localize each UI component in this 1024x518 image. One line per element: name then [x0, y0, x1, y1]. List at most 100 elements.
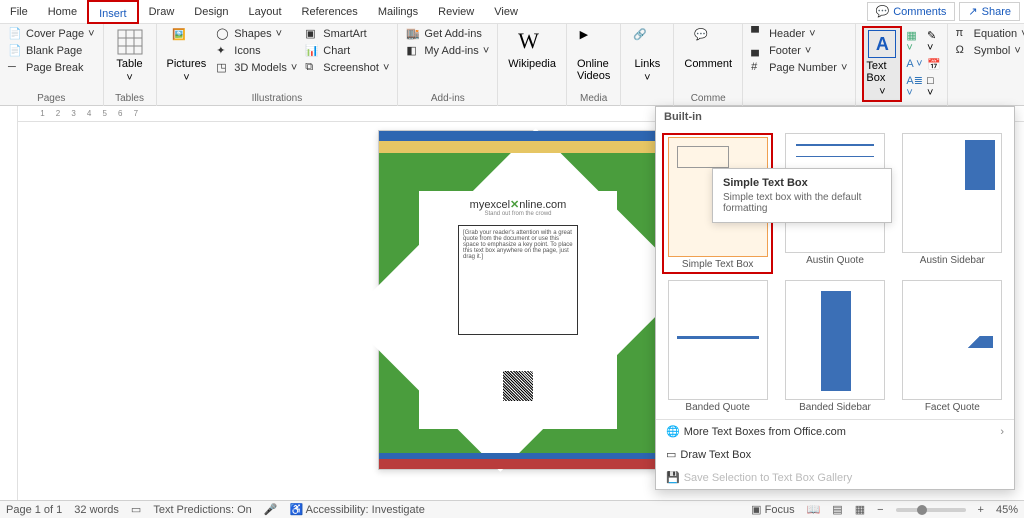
status-bar: Page 1 of 1 32 words ▭ Text Predictions:…	[0, 500, 1024, 518]
store-icon: 🏬	[406, 27, 420, 41]
quickparts-icon[interactable]: ▦ ˅	[906, 29, 923, 54]
view-print-icon[interactable]: ▤	[832, 503, 842, 516]
online-videos-button[interactable]: ▶Online Videos	[573, 26, 614, 84]
qr-code	[503, 371, 533, 401]
header-icon: ▀	[751, 27, 765, 41]
wikipedia-button[interactable]: WWikipedia	[504, 26, 560, 72]
spell-icon[interactable]: ▭	[131, 503, 141, 516]
gallery-item-banded-quote[interactable]: Banded Quote	[662, 280, 773, 413]
zoom-level[interactable]: 45%	[996, 504, 1018, 516]
document-page[interactable]: myexcel✕nline.comStand out from the crow…	[378, 130, 658, 470]
pagenum-icon: #	[751, 61, 765, 75]
addins-icon: ◧	[406, 44, 420, 58]
gallery-heading: Built-in	[656, 107, 1014, 127]
equation-icon: π	[956, 27, 970, 41]
symbol-icon: Ω	[956, 44, 970, 58]
cover-page-button[interactable]: 📄Cover Page ˅	[6, 26, 97, 42]
group-pages-label: Pages	[6, 93, 97, 106]
page-icon: 📄	[8, 27, 22, 41]
zoom-out-icon[interactable]: −	[877, 504, 883, 516]
cube-icon: ◳	[216, 61, 230, 75]
smartart-button[interactable]: ▣SmartArt	[303, 26, 391, 42]
tab-design[interactable]: Design	[184, 0, 238, 24]
group-tables-label: Tables	[110, 93, 150, 106]
video-icon: ▶	[580, 28, 608, 56]
blank-page-button[interactable]: 📄Blank Page	[6, 43, 97, 59]
ribbon-tabs: File Home Insert Draw Design Layout Refe…	[0, 0, 1024, 24]
vertical-ruler[interactable]	[0, 106, 18, 500]
links-button[interactable]: 🔗Links˅	[627, 26, 667, 86]
tooltip-desc: Simple text box with the default formatt…	[723, 192, 881, 214]
chevron-right-icon: ›	[1000, 426, 1004, 438]
3d-models-button[interactable]: ◳3D Models ˅	[214, 60, 299, 76]
signature-icon[interactable]: ✎ ˅	[927, 29, 941, 54]
gallery-item-austin-sidebar[interactable]: Austin Sidebar	[897, 133, 1008, 274]
icons-button[interactable]: ✦Icons	[214, 43, 299, 59]
wikipedia-icon: W	[518, 28, 546, 56]
smartart-icon: ▣	[305, 27, 319, 41]
object-icon[interactable]: □ ˅	[927, 75, 941, 99]
comments-button[interactable]: 💬Comments	[867, 2, 956, 21]
comment-icon: 💬	[694, 28, 722, 56]
status-accessibility[interactable]: ♿ Accessibility: Investigate	[289, 503, 424, 516]
tab-references[interactable]: References	[292, 0, 368, 24]
wordart-icon[interactable]: A ˅	[906, 58, 923, 70]
datetime-icon[interactable]: 📅	[927, 58, 941, 71]
shapes-icon: ◯	[216, 27, 230, 41]
group-illustrations-label: Illustrations	[163, 93, 392, 106]
tab-layout[interactable]: Layout	[239, 0, 292, 24]
footer-button[interactable]: ▄Footer ˅	[749, 43, 849, 59]
tab-file[interactable]: File	[0, 0, 38, 24]
tooltip: Simple Text Box Simple text box with the…	[712, 168, 892, 223]
screenshot-button[interactable]: ⧉Screenshot ˅	[303, 60, 391, 76]
chart-button[interactable]: 📊Chart	[303, 43, 391, 59]
share-icon: ↗	[968, 5, 977, 18]
status-words[interactable]: 32 words	[74, 504, 119, 516]
more-text-boxes[interactable]: 🌐More Text Boxes from Office.com›	[656, 420, 1014, 443]
break-icon: ─	[8, 61, 22, 75]
tab-home[interactable]: Home	[38, 0, 87, 24]
text-box-button[interactable]: A Text Box˅	[862, 26, 902, 102]
screenshot-icon: ⧉	[305, 61, 319, 75]
tab-review[interactable]: Review	[428, 0, 484, 24]
table-button[interactable]: Table˅	[110, 26, 150, 86]
gallery-item-facet-quote[interactable]: Facet Quote	[897, 280, 1008, 413]
dropcap-icon[interactable]: A≣ ˅	[906, 74, 923, 99]
icons-icon: ✦	[216, 44, 230, 58]
page-break-button[interactable]: ─Page Break	[6, 60, 97, 76]
tab-view[interactable]: View	[484, 0, 528, 24]
footer-icon: ▄	[751, 44, 765, 58]
ribbon: 📄Cover Page ˅ 📄Blank Page ─Page Break Pa…	[0, 24, 1024, 106]
symbol-button[interactable]: ΩSymbol ˅	[954, 43, 1024, 59]
my-addins-button[interactable]: ◧My Add-ins ˅	[404, 43, 491, 59]
status-page[interactable]: Page 1 of 1	[6, 504, 62, 516]
zoom-in-icon[interactable]: +	[978, 504, 984, 516]
equation-button[interactable]: πEquation ˅	[954, 26, 1024, 42]
share-button[interactable]: ↗Share	[959, 2, 1020, 21]
comment-button[interactable]: 💬Comment	[680, 26, 736, 72]
view-read-icon[interactable]: 📖	[807, 503, 821, 516]
focus-button[interactable]: ▣ Focus	[751, 503, 794, 516]
mic-icon[interactable]: 🎤	[264, 503, 278, 516]
tab-draw[interactable]: Draw	[139, 0, 185, 24]
gallery-item-banded-sidebar[interactable]: Banded Sidebar	[779, 280, 890, 413]
tab-insert[interactable]: Insert	[87, 0, 139, 24]
text-box-gallery: Built-in Simple Text Box Austin Quote Au…	[655, 106, 1015, 490]
view-web-icon[interactable]: ▦	[855, 503, 865, 516]
zoom-slider[interactable]	[896, 508, 966, 512]
group-media-label: Media	[573, 93, 614, 106]
header-button[interactable]: ▀Header ˅	[749, 26, 849, 42]
draw-text-box[interactable]: ▭Draw Text Box	[656, 443, 1014, 466]
group-comment-label: Comme	[680, 93, 736, 106]
textbox-preview[interactable]: [Grab your reader's attention with a gre…	[458, 225, 578, 335]
save-selection: 💾Save Selection to Text Box Gallery	[656, 466, 1014, 489]
get-addins-button[interactable]: 🏬Get Add-ins	[404, 26, 491, 42]
tab-mailings[interactable]: Mailings	[368, 0, 428, 24]
pictures-button[interactable]: 🖼️Pictures˅	[163, 26, 211, 86]
status-predictions[interactable]: Text Predictions: On	[153, 504, 251, 516]
globe-icon: 🌐	[666, 425, 680, 438]
page-number-button[interactable]: #Page Number ˅	[749, 60, 849, 76]
save-icon: 💾	[666, 471, 680, 484]
comment-icon: 💬	[876, 5, 890, 18]
shapes-button[interactable]: ◯Shapes ˅	[214, 26, 299, 42]
